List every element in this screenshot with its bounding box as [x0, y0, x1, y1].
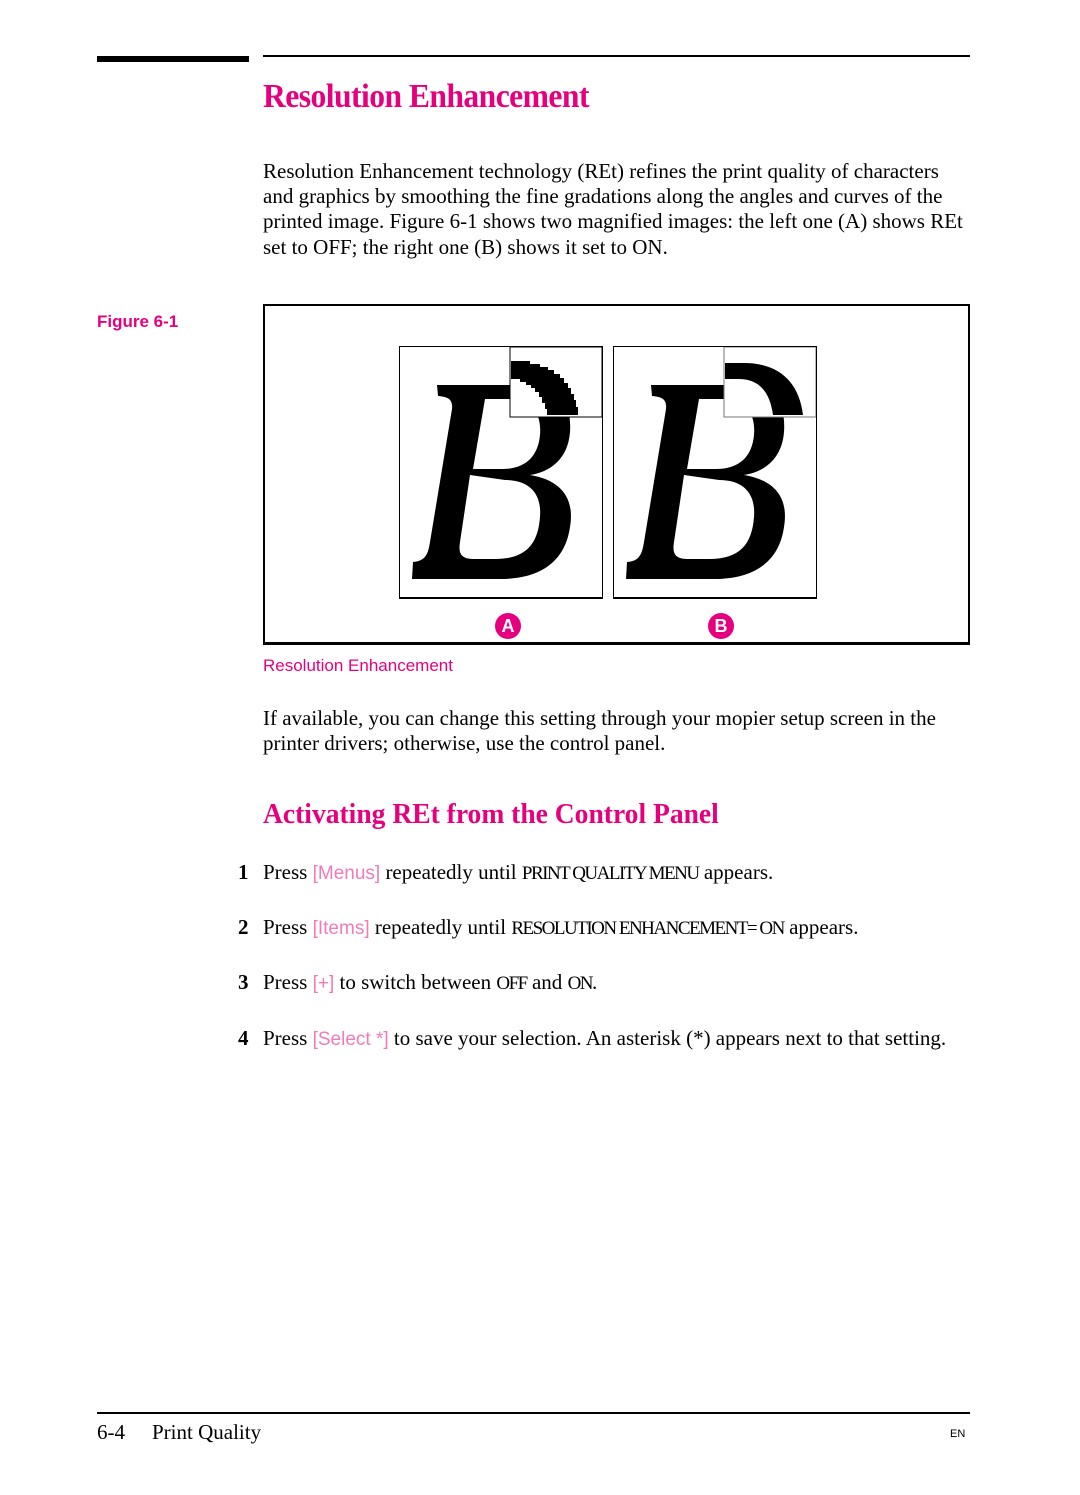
menus-key: [Menus]	[312, 863, 381, 884]
footer-page-number: 6-4	[97, 1420, 125, 1444]
step-text: Press	[263, 915, 313, 939]
step-text: repeatedly until	[369, 915, 512, 939]
page-title: Resolution Enhancement	[263, 78, 589, 115]
badge-b: B	[708, 613, 734, 639]
figure-label: Figure 6-1	[97, 312, 179, 331]
lcd-message: OFF	[496, 973, 528, 994]
availability-paragraph: If available, you can change this settin…	[263, 706, 968, 756]
intro-text: Resolution Enhancement technology (REt) …	[263, 159, 963, 259]
figure-panel-b	[613, 346, 817, 599]
letter-b-jagged-image	[412, 347, 602, 579]
step-text: Press	[263, 860, 313, 884]
lcd-message: ON	[567, 973, 594, 994]
header-rule-thin	[263, 55, 970, 57]
lcd-message: PRINT QUALITY MENU	[521, 863, 700, 884]
step-text: Press	[263, 1026, 313, 1050]
plus-key: [+]	[312, 973, 335, 994]
step-number: 3	[238, 970, 249, 994]
step-item: 1 Press [Menus] repeatedly until PRINT Q…	[238, 860, 973, 886]
select-key: [Select *]	[312, 1029, 389, 1050]
figure-panel-a	[399, 346, 603, 599]
footer-section-title: Print Quality	[152, 1420, 262, 1444]
step-number: 4	[238, 1026, 249, 1050]
step-text: .	[592, 970, 598, 994]
step-text: and	[526, 970, 568, 994]
step-number: 1	[238, 860, 249, 884]
section-heading: Activating REt from the Control Panel	[263, 798, 719, 830]
step-text: appears.	[698, 860, 774, 884]
step-item: 3 Press [+] to switch between OFF and ON…	[238, 970, 973, 996]
step-text: to save your selection. An asterisk (*) …	[388, 1026, 947, 1050]
lcd-message: RESOLUTION ENHANCEMENT= ON	[511, 918, 785, 939]
step-item: 2 Press [Items] repeatedly until RESOLUT…	[238, 915, 973, 941]
step-number: 2	[238, 915, 249, 939]
letter-b-smooth-image	[626, 347, 816, 579]
step-text: to switch between	[334, 970, 497, 994]
figure-caption: Resolution Enhancement	[263, 656, 453, 675]
availability-text: If available, you can change this settin…	[263, 706, 936, 756]
step-item: 4 Press [Select *] to save your selectio…	[238, 1026, 973, 1052]
step-text: repeatedly until	[380, 860, 522, 884]
footer-rule	[97, 1412, 970, 1414]
step-text: Press	[263, 970, 313, 994]
header-rule-thick	[97, 56, 249, 62]
figure-frame: A B	[263, 304, 970, 645]
badge-a: A	[495, 613, 521, 639]
items-key: [Items]	[312, 918, 370, 939]
footer-language: EN	[950, 1428, 966, 1440]
intro-paragraph: Resolution Enhancement technology (REt) …	[263, 159, 968, 260]
step-text: appears.	[783, 915, 859, 939]
